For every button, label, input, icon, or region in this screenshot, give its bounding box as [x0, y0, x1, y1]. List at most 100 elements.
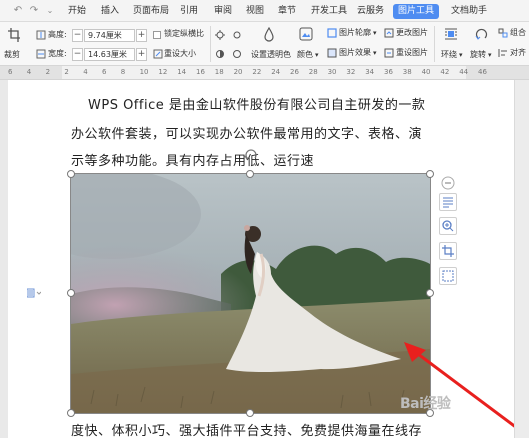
chevron-down-icon[interactable]: ⌄	[44, 5, 56, 17]
picture-outline-label[interactable]: 图片轮廓	[339, 27, 371, 39]
reset-size-label[interactable]: 重设大小	[164, 48, 196, 60]
tab-section[interactable]: 章节	[278, 4, 296, 19]
picture-tools-button[interactable]	[439, 267, 457, 285]
resize-handle-top-left[interactable]	[67, 170, 75, 178]
wrap-label[interactable]: 环绕	[441, 49, 457, 61]
tab-docer[interactable]: 文档助手	[451, 4, 487, 19]
color-label[interactable]: 颜色	[297, 49, 313, 61]
ruler-mark: 20	[233, 68, 243, 76]
paragraph-line-1[interactable]: WPS Office 是由金山软件股份有限公司自主研发的一款	[88, 94, 425, 113]
paragraph-line-4[interactable]: 度快、体积小巧、强大插件平台支持、免费提供海量在线存	[71, 420, 422, 438]
chevron-down-icon[interactable]: ▾	[373, 47, 377, 59]
contrast-down-icon[interactable]	[232, 49, 242, 59]
rotate-label[interactable]: 旋转	[470, 49, 486, 61]
color-icon[interactable]	[299, 27, 313, 41]
paragraph-line-2[interactable]: 办公软件套装，可以实现办公软件最常用的文字、表格、演	[71, 123, 422, 142]
ruler-mark: 28	[308, 68, 318, 76]
crop-label[interactable]: 裁剪	[4, 49, 20, 61]
tab-start[interactable]: 开始	[68, 4, 86, 19]
reset-picture-label[interactable]: 重设图片	[396, 47, 428, 59]
width-icon	[36, 49, 46, 59]
crop-picture-button[interactable]	[439, 242, 457, 260]
layout-options-button[interactable]	[439, 193, 457, 211]
contrast-up-icon[interactable]	[215, 49, 225, 59]
width-input[interactable]: 14.63厘米	[84, 48, 135, 61]
align-icon[interactable]	[498, 48, 508, 58]
set-transparent-icon[interactable]	[262, 27, 276, 43]
ruler-mark: 34	[365, 68, 375, 76]
brightness-down-icon[interactable]	[232, 30, 242, 40]
change-picture-label[interactable]: 更改图片	[396, 27, 428, 39]
chevron-down-icon[interactable]: ▾	[373, 27, 377, 39]
height-input[interactable]: 9.74厘米	[84, 29, 135, 42]
ruler-mark: 40	[421, 68, 431, 76]
resize-handle-top-right[interactable]	[426, 170, 434, 178]
menu-tab-bar: ↶ ↷ ⌄ 开始 插入 页面布局 引用 审阅 视图 章节 开发工具 云服务 图片…	[0, 0, 529, 22]
align-label[interactable]: 对齐	[510, 47, 526, 59]
collapse-icon[interactable]	[441, 176, 455, 190]
paragraph-marker-icon[interactable]	[27, 288, 41, 298]
chevron-down-icon[interactable]: ▾	[315, 49, 319, 61]
vertical-scrollbar[interactable]	[514, 80, 529, 438]
set-transparent-label[interactable]: 设置透明色	[251, 49, 291, 61]
paragraph-line-3[interactable]: 示等多种功能。具有内存占用低、运行速	[71, 150, 314, 169]
ruler-mark: 32	[346, 68, 356, 76]
zoom-in-icon	[442, 220, 454, 232]
undo-icon[interactable]: ↶	[12, 5, 24, 17]
picture-effects-label[interactable]: 图片效果	[339, 47, 371, 59]
group-icon[interactable]	[498, 28, 508, 38]
grid-icon	[442, 270, 454, 282]
resize-handle-left[interactable]	[67, 289, 75, 297]
reset-size-icon[interactable]	[153, 49, 163, 59]
chevron-down-icon[interactable]: ▾	[459, 49, 463, 61]
chevron-down-icon[interactable]: ▾	[488, 49, 492, 61]
picture-outline-icon[interactable]	[327, 28, 337, 38]
resize-handle-bottom-left[interactable]	[67, 409, 75, 417]
ruler-mark: 14	[177, 68, 187, 76]
tab-references[interactable]: 引用	[180, 4, 198, 19]
ruler-mark: 44	[459, 68, 469, 76]
tab-picture-tools[interactable]: 图片工具	[393, 4, 440, 19]
width-decrease-button[interactable]: −	[72, 48, 83, 61]
ruler-mark: 38	[402, 68, 412, 76]
picture-effects-icon[interactable]	[327, 48, 337, 58]
tab-page-layout[interactable]: 页面布局	[133, 4, 169, 19]
ruler-mark: 6	[8, 68, 13, 76]
redo-icon[interactable]: ↷	[28, 5, 40, 17]
selected-picture[interactable]	[70, 173, 431, 414]
ruler-mark: 26	[290, 68, 299, 76]
tab-insert[interactable]: 插入	[101, 4, 119, 19]
tab-cloud[interactable]: 云服务	[357, 4, 384, 19]
lock-ratio-checkbox[interactable]	[153, 31, 161, 39]
rotate-handle-icon[interactable]	[244, 148, 258, 162]
lock-ratio-label[interactable]: 锁定纵横比	[164, 28, 204, 40]
resize-handle-bottom[interactable]	[246, 409, 254, 417]
group-label[interactable]: 组合	[510, 27, 526, 39]
width-increase-button[interactable]: +	[136, 48, 147, 61]
resize-handle-top[interactable]	[246, 170, 254, 178]
ruler-mark: 12	[158, 68, 168, 76]
rotate-icon[interactable]	[475, 27, 489, 41]
zoom-picture-button[interactable]	[439, 217, 457, 235]
brightness-up-icon[interactable]	[215, 30, 225, 40]
ruler-mark: 16	[196, 68, 205, 76]
tab-view[interactable]: 视图	[246, 4, 264, 19]
resize-handle-right[interactable]	[426, 289, 434, 297]
ruler-mark: 42	[440, 68, 450, 76]
wrap-icon[interactable]	[444, 27, 458, 41]
change-picture-icon[interactable]	[384, 28, 394, 38]
tab-review[interactable]: 审阅	[214, 4, 232, 19]
horizontal-ruler[interactable]: 6 4 2 2 4 6 8 10 12 14 16 18 20 22 24 26 28 30 32 34 36 38 40 4…	[0, 66, 529, 80]
ruler-mark: 6	[102, 68, 107, 76]
ruler-mark: 4	[26, 68, 32, 76]
ribbon-toolbar: 裁剪 高度: − 9.74厘米 + 宽度: − 14.63厘米 + 锁定纵横比 …	[0, 22, 529, 66]
reset-picture-icon[interactable]	[384, 48, 394, 58]
height-increase-button[interactable]: +	[136, 29, 147, 42]
watermark-logo: Bai经验	[400, 396, 451, 412]
height-decrease-button[interactable]: −	[72, 29, 83, 42]
tab-developer[interactable]: 开发工具	[311, 4, 347, 19]
ruler-mark: 22	[252, 68, 262, 76]
ruler-mark: 4	[83, 68, 88, 76]
crop-icon[interactable]	[8, 28, 20, 42]
ruler-mark: 36	[384, 68, 393, 76]
